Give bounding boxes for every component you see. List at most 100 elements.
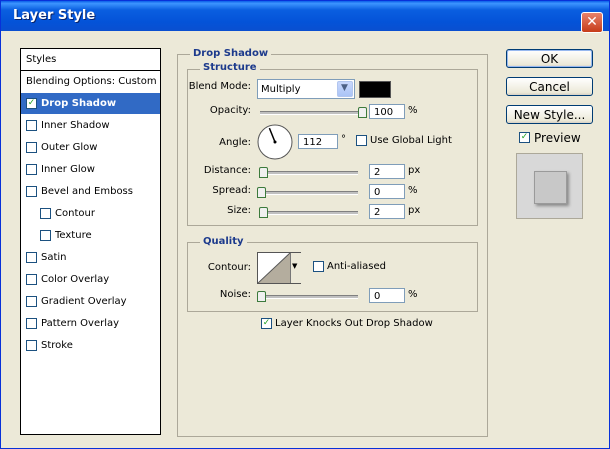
noise-slider-thumb[interactable] (257, 291, 266, 302)
layer-knocks-out-label: Layer Knocks Out Drop Shadow (275, 318, 433, 329)
blend-mode-select[interactable]: Multiply ▼ (257, 79, 355, 99)
noise-unit: % (408, 289, 418, 300)
opacity-slider-track[interactable] (260, 111, 364, 115)
styles-header-label: Styles (26, 54, 57, 65)
preview-label: Preview (534, 131, 581, 145)
size-slider-track[interactable] (260, 211, 358, 215)
distance-label: Distance: (203, 165, 251, 176)
spread-input[interactable]: 0 (369, 184, 405, 199)
style-item[interactable]: Texture (21, 225, 160, 246)
angle-input[interactable]: 112 (298, 134, 338, 149)
drop-shadow-title: Drop Shadow (190, 48, 272, 59)
style-preview (516, 153, 583, 219)
ok-button[interactable]: OK (506, 49, 593, 68)
spread-slider-thumb[interactable] (257, 187, 266, 198)
style-item-checkbox[interactable] (40, 230, 51, 241)
size-label: Size: (227, 205, 251, 216)
style-item-checkbox[interactable] (40, 208, 51, 219)
style-item-label: Blending Options: Custom (26, 76, 157, 87)
use-global-light-label: Use Global Light (370, 135, 452, 146)
size-slider-thumb[interactable] (259, 207, 268, 218)
distance-unit: px (408, 165, 421, 176)
style-item-label: Color Overlay (41, 274, 110, 285)
style-item[interactable]: Pattern Overlay (21, 313, 160, 334)
close-button[interactable]: ✕ (581, 12, 603, 33)
size-input[interactable]: 2 (369, 204, 405, 219)
noise-slider-track[interactable] (260, 295, 358, 299)
anti-aliased-label: Anti-aliased (327, 261, 387, 272)
style-item-checkbox[interactable] (26, 252, 37, 263)
quality-title: Quality (200, 236, 247, 247)
style-item-label: Stroke (41, 340, 73, 351)
style-item-label: Inner Shadow (41, 120, 110, 131)
angle-dial[interactable] (256, 123, 294, 161)
window-title: Layer Style (13, 8, 96, 23)
opacity-label: Opacity: (209, 105, 251, 116)
style-item-checkbox[interactable] (26, 186, 37, 197)
contour-picker[interactable]: ▼ (257, 252, 301, 284)
style-item[interactable]: Gradient Overlay (21, 291, 160, 312)
style-item[interactable]: Inner Shadow (21, 115, 160, 136)
style-item-checkbox[interactable] (26, 142, 37, 153)
style-item-checkbox[interactable] (26, 340, 37, 351)
noise-input[interactable]: 0 (369, 288, 405, 303)
style-item-label: Texture (55, 230, 92, 241)
spread-label: Spread: (212, 185, 251, 196)
layer-style-dialog: Layer Style ✕ Styles Blending Options: C… (0, 0, 610, 449)
anti-aliased-checkbox[interactable] (313, 261, 324, 272)
style-item-label: Bevel and Emboss (41, 186, 133, 197)
style-item-label: Pattern Overlay (41, 318, 120, 329)
style-item-checkbox[interactable]: ✓ (26, 98, 37, 109)
structure-title: Structure (200, 62, 260, 73)
style-item-label: Contour (55, 208, 95, 219)
style-item-checkbox[interactable] (26, 164, 37, 175)
style-item[interactable]: ✓ Drop Shadow (21, 93, 160, 114)
style-item[interactable]: Inner Glow (21, 159, 160, 180)
style-item-label: Outer Glow (41, 142, 98, 153)
blend-mode-dropdown-button[interactable]: ▼ (337, 81, 353, 97)
use-global-light-checkbox[interactable] (356, 135, 367, 146)
spread-slider-track[interactable] (260, 191, 358, 195)
preview-swatch (534, 171, 567, 204)
size-unit: px (408, 205, 421, 216)
chevron-down-icon: ▼ (341, 83, 348, 93)
style-item-label: Drop Shadow (41, 98, 117, 109)
blend-mode-label: Blend Mode: (188, 81, 251, 92)
angle-unit: ° (341, 134, 346, 145)
distance-input[interactable]: 2 (369, 164, 405, 179)
style-item-label: Inner Glow (41, 164, 95, 175)
opacity-input[interactable]: 100 (369, 104, 405, 119)
style-item[interactable]: Satin (21, 247, 160, 268)
spread-unit: % (408, 185, 418, 196)
distance-slider-track[interactable] (260, 171, 358, 175)
style-item[interactable]: Contour (21, 203, 160, 224)
style-item[interactable]: Outer Glow (21, 137, 160, 158)
layer-knocks-out-checkbox[interactable]: ✓ (261, 318, 272, 329)
shadow-color-swatch[interactable] (359, 81, 391, 98)
blend-mode-value: Multiply (261, 84, 301, 95)
contour-linear-icon (258, 253, 290, 283)
new-style-button[interactable]: New Style... (506, 105, 593, 124)
opacity-slider-thumb[interactable] (358, 107, 367, 118)
style-item[interactable]: Bevel and Emboss (21, 181, 160, 202)
style-item-checkbox[interactable] (26, 296, 37, 307)
contour-dropdown-button[interactable]: ▼ (290, 253, 301, 283)
noise-label: Noise: (219, 289, 251, 300)
distance-slider-thumb[interactable] (259, 167, 268, 178)
style-item-checkbox[interactable] (26, 318, 37, 329)
opacity-unit: % (408, 105, 418, 116)
style-item[interactable]: Blending Options: Custom (21, 71, 160, 92)
styles-list-header[interactable]: Styles (21, 49, 160, 71)
preview-checkbox[interactable]: ✓ (519, 132, 530, 143)
style-item-label: Gradient Overlay (41, 296, 127, 307)
styles-list: Styles Blending Options: Custom ✓ Drop Sha… (20, 48, 161, 435)
style-item-checkbox[interactable] (26, 274, 37, 285)
quality-group (187, 242, 478, 312)
angle-label: Angle: (219, 137, 251, 148)
style-item[interactable]: Color Overlay (21, 269, 160, 290)
contour-label: Contour: (207, 262, 251, 273)
style-item-checkbox[interactable] (26, 120, 37, 131)
cancel-button[interactable]: Cancel (506, 77, 593, 96)
style-item[interactable]: Stroke (21, 335, 160, 356)
title-bar[interactable]: Layer Style ✕ (1, 1, 609, 33)
